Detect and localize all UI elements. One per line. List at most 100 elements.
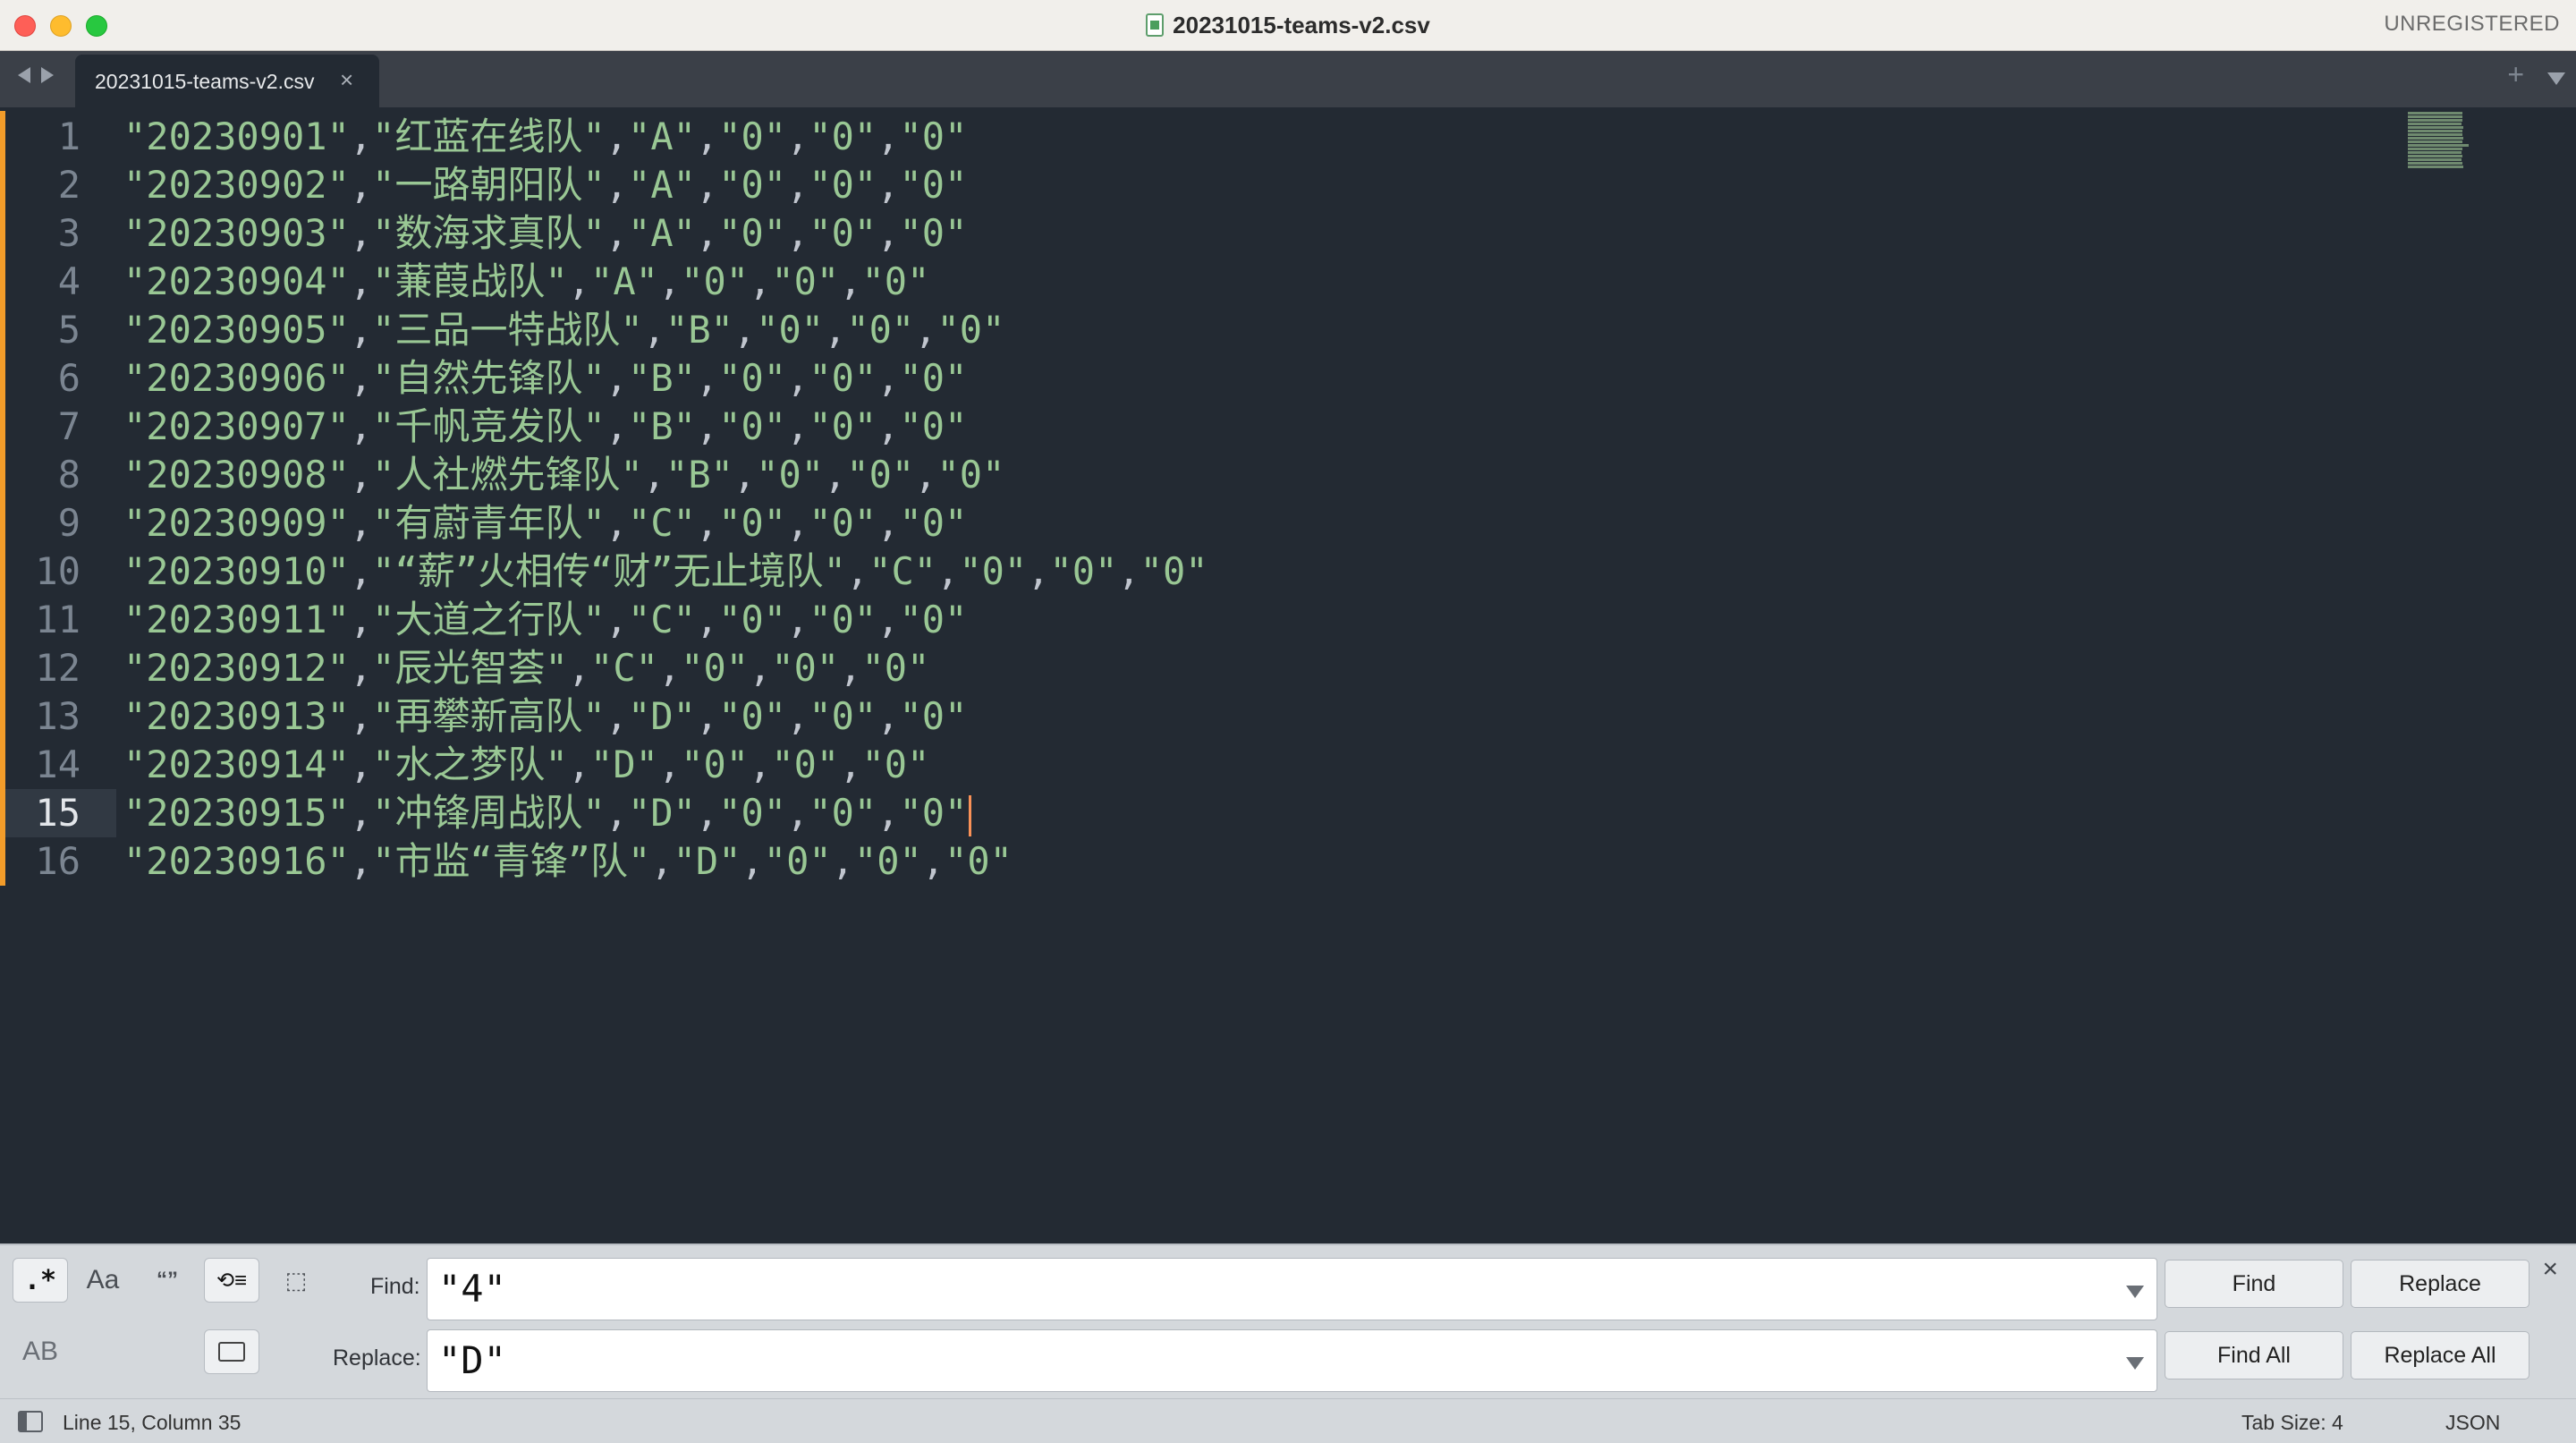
- csv-cell: "0": [899, 791, 968, 835]
- csv-cell: "0": [718, 791, 787, 835]
- close-panel-icon[interactable]: ×: [2542, 1254, 2558, 1285]
- new-tab-icon[interactable]: +: [2507, 58, 2524, 91]
- highlight-matches-toggle-button[interactable]: [204, 1329, 259, 1374]
- csv-cell: "0": [681, 646, 750, 690]
- tab-close-icon[interactable]: ×: [340, 66, 353, 94]
- comma-separator: ,: [824, 453, 847, 497]
- csv-file-icon: [1146, 13, 1165, 37]
- comma-separator: ,: [921, 839, 945, 883]
- csv-cell: "20230915": [123, 791, 350, 835]
- case-sensitive-toggle-button[interactable]: Aa: [75, 1258, 131, 1303]
- comma-separator: ,: [695, 501, 719, 545]
- wrap-toggle-button[interactable]: ⟲≡: [204, 1258, 259, 1303]
- code-text: "20230909","有蔚青年队","C","0","0","0": [123, 499, 967, 547]
- comma-separator: ,: [567, 646, 591, 690]
- comma-separator: ,: [349, 308, 373, 352]
- replace-button[interactable]: Replace: [2351, 1260, 2529, 1308]
- csv-cell: "20230902": [123, 163, 350, 207]
- comma-separator: ,: [786, 598, 809, 641]
- minimap-line: [2408, 123, 2462, 125]
- comma-separator: ,: [786, 404, 809, 448]
- back-arrow-icon[interactable]: [18, 67, 30, 83]
- csv-cell: "0": [899, 404, 968, 448]
- wrap-icon: ⟲≡: [216, 1268, 248, 1293]
- line-number: 13: [35, 694, 80, 738]
- code-line[interactable]: 7 "20230907","千帆竞发队","B","0","0","0": [0, 403, 2397, 451]
- find-input[interactable]: "4": [427, 1258, 2157, 1320]
- line-number: 15: [35, 791, 80, 835]
- comma-separator: ,: [349, 839, 373, 883]
- comma-separator: ,: [733, 308, 757, 352]
- find-history-chevron-icon[interactable]: [2126, 1286, 2144, 1298]
- comma-separator: ,: [877, 211, 900, 255]
- find-button[interactable]: Find: [2165, 1260, 2343, 1308]
- in-selection-icon: ⬚: [284, 1266, 308, 1294]
- replace-all-button[interactable]: Replace All: [2351, 1331, 2529, 1379]
- line-number: 1: [57, 115, 80, 158]
- code-line[interactable]: 5 "20230905","三品一特战队","B","0","0","0": [0, 306, 2397, 354]
- csv-cell: "0": [718, 356, 787, 400]
- minimap-line: [2408, 112, 2462, 115]
- window-title-group: 20231015-teams-v2.csv: [0, 0, 2576, 50]
- line-number: 2: [57, 163, 80, 207]
- csv-cell: "20230907": [123, 404, 350, 448]
- code-line[interactable]: 3 "20230903","数海求真队","A","0","0","0": [0, 209, 2397, 258]
- code-line[interactable]: 15 "20230915","冲锋周战队","D","0","0","0": [0, 789, 2397, 837]
- csv-cell: "有蔚青年队": [372, 501, 606, 545]
- line-number: 9: [57, 501, 80, 545]
- find-all-button[interactable]: Find All: [2165, 1331, 2343, 1379]
- code-line[interactable]: 6 "20230906","自然先锋队","B","0","0","0": [0, 354, 2397, 403]
- csv-cell: "冲锋周战队": [372, 791, 606, 835]
- csv-cell: "0": [846, 308, 915, 352]
- preserve-case-icon: AB: [21, 1337, 59, 1366]
- whole-word-toggle-button[interactable]: “”: [140, 1258, 195, 1303]
- code-line[interactable]: 16 "20230916","市监“青锋”队","D","0","0","0": [0, 837, 2397, 886]
- csv-cell: "B": [628, 404, 696, 448]
- csv-cell: "0": [809, 356, 877, 400]
- replace-history-chevron-icon[interactable]: [2126, 1357, 2144, 1370]
- comma-separator: ,: [839, 259, 862, 303]
- regex-toggle-button[interactable]: .*: [13, 1258, 68, 1303]
- code-line[interactable]: 2 "20230902","一路朝阳队","A","0","0","0": [0, 161, 2397, 209]
- minimap[interactable]: [2408, 112, 2488, 169]
- csv-cell: "C": [869, 549, 937, 593]
- comma-separator: ,: [749, 743, 772, 786]
- csv-cell: "D": [628, 791, 696, 835]
- code-line[interactable]: 9 "20230909","有蔚青年队","C","0","0","0": [0, 499, 2397, 547]
- code-line[interactable]: 13 "20230913","再攀新高队","D","0","0","0": [0, 692, 2397, 741]
- csv-cell: "A": [628, 163, 696, 207]
- code-line[interactable]: 1 "20230901","红蓝在线队","A","0","0","0": [0, 113, 2397, 161]
- code-line[interactable]: 8 "20230908","人社燃先锋队","B","0","0","0": [0, 451, 2397, 499]
- comma-separator: ,: [349, 694, 373, 738]
- code-line[interactable]: 4 "20230904","蒹葭战队","A","0","0","0": [0, 258, 2397, 306]
- code-text: "20230901","红蓝在线队","A","0","0","0": [123, 113, 967, 161]
- tab-bar: 20231015-teams-v2.csv × +: [0, 51, 2576, 107]
- preserve-case-toggle-button[interactable]: AB: [13, 1329, 68, 1374]
- tab-size-selector[interactable]: Tab Size: 4: [2241, 1411, 2343, 1435]
- code-line[interactable]: 11 "20230911","大道之行队","C","0","0","0": [0, 596, 2397, 644]
- code-line[interactable]: 10 "20230910","“薪”火相传“财”无止境队","C","0","0"…: [0, 547, 2397, 596]
- code-text: "20230905","三品一特战队","B","0","0","0": [123, 306, 1004, 354]
- code-text: "20230907","千帆竞发队","B","0","0","0": [123, 403, 967, 451]
- forward-arrow-icon[interactable]: [41, 67, 54, 83]
- csv-cell: "0": [861, 743, 930, 786]
- comma-separator: ,: [650, 839, 674, 883]
- comma-separator: ,: [877, 694, 900, 738]
- code-editor[interactable]: 1 "20230901","红蓝在线队","A","0","0","0" 2 "202…: [0, 107, 2576, 1244]
- code-text: "20230906","自然先锋队","B","0","0","0": [123, 354, 967, 403]
- sidebar-toggle-icon[interactable]: [18, 1411, 43, 1432]
- replace-input[interactable]: "D": [427, 1329, 2157, 1392]
- comma-separator: ,: [877, 404, 900, 448]
- csv-cell: "D": [628, 694, 696, 738]
- comma-separator: ,: [914, 308, 937, 352]
- csv-cell: "20230904": [123, 259, 350, 303]
- status-bar: Line 15, Column 35 Tab Size: 4 JSON: [0, 1398, 2576, 1443]
- tab-file[interactable]: 20231015-teams-v2.csv ×: [75, 55, 379, 107]
- code-line[interactable]: 14 "20230914","水之梦队","D","0","0","0": [0, 741, 2397, 789]
- syntax-selector[interactable]: JSON: [2445, 1411, 2500, 1435]
- tab-menu-chevron-icon[interactable]: [2547, 72, 2565, 85]
- code-line[interactable]: 12 "20230912","辰光智荟","C","0","0","0": [0, 644, 2397, 692]
- csv-cell: "0": [936, 308, 1005, 352]
- comma-separator: ,: [349, 501, 373, 545]
- in-selection-toggle-button[interactable]: ⬚: [268, 1258, 324, 1303]
